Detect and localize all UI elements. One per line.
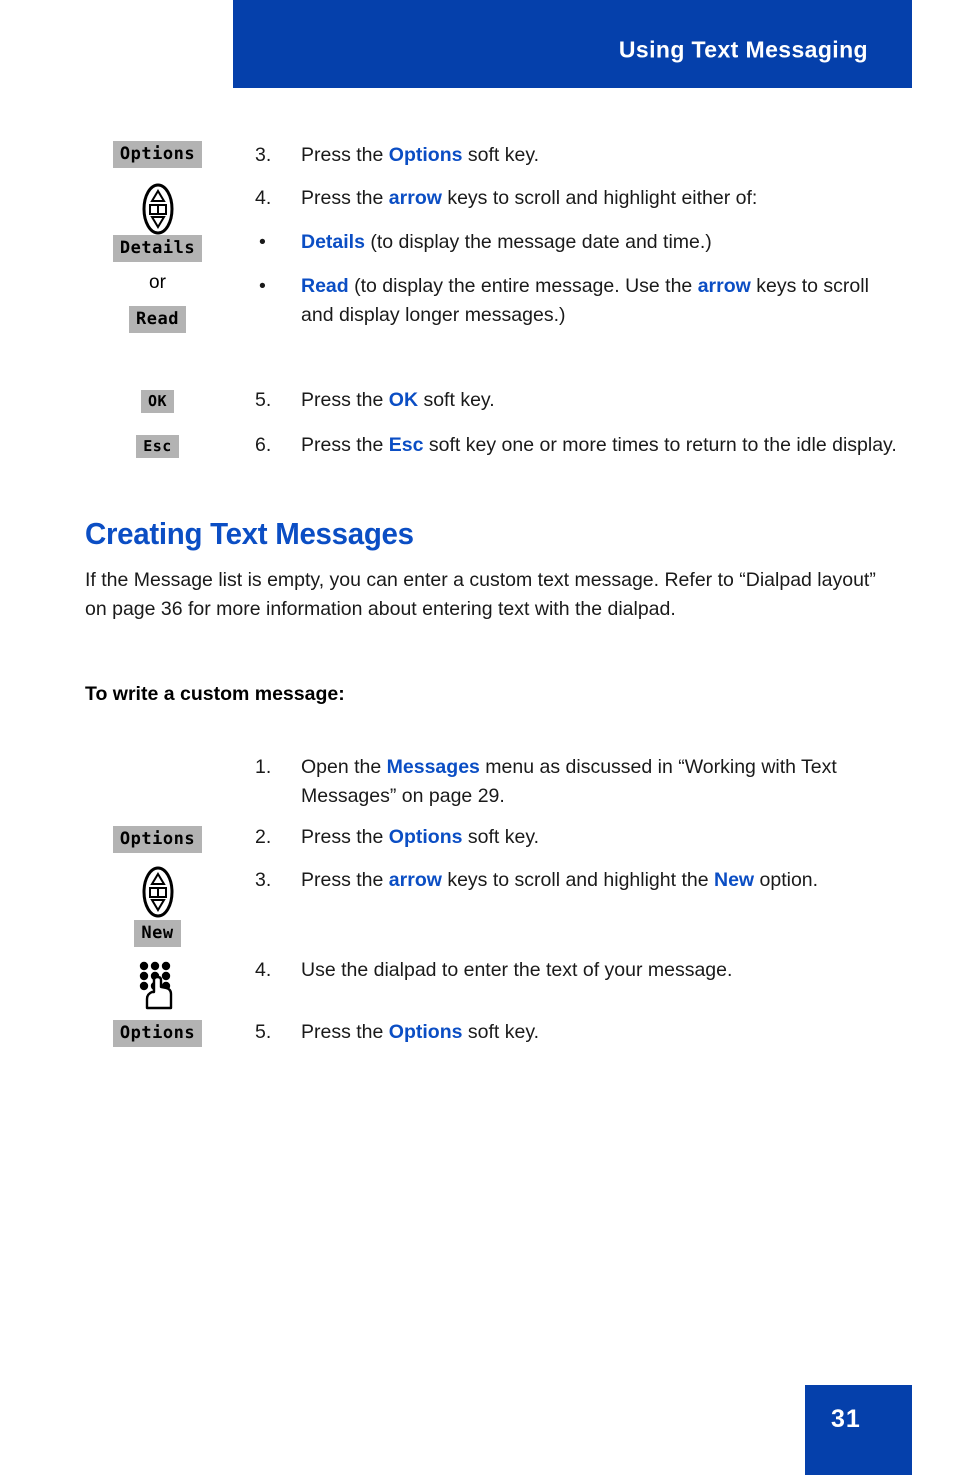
softkey-label: Details — [112, 235, 203, 262]
page-title: Creating Text Messages — [85, 516, 414, 551]
list-item: 3. Press the arrow keys to scroll and hi… — [255, 866, 900, 895]
arrow-keys-icon-glyph — [142, 183, 173, 235]
softkey-label: Options — [112, 1020, 203, 1047]
keyword: Options — [388, 1021, 463, 1043]
list-item: • Details (to display the message date a… — [255, 228, 900, 257]
or-label-text: or — [149, 272, 166, 293]
keyword: New — [713, 869, 755, 891]
list-item: 6. Press the Esc soft key one or more ti… — [255, 431, 900, 460]
keyword: Esc — [388, 434, 424, 456]
step-text: Open the Messages menu as discussed in “… — [301, 756, 837, 807]
document-page: Options Details or Read OK Esc 3. Press … — [0, 0, 954, 1475]
step-number: 6. — [255, 434, 272, 456]
keyword: OK — [388, 389, 419, 411]
list-item: 5. Press the Options soft key. — [255, 1018, 900, 1047]
list-item: 5. Press the OK soft key. — [255, 386, 900, 415]
softkey-label: OK — [140, 390, 175, 413]
arrow-keys-icon — [85, 183, 230, 235]
bullet-text: Read (to display the entire message. Use… — [301, 275, 869, 326]
softkey-ok-chip: OK — [85, 390, 230, 413]
step-text: Use the dialpad to enter the text of you… — [301, 959, 733, 981]
softkey-options-chip-3: Options — [85, 1020, 230, 1047]
keyword: Options — [388, 826, 463, 848]
step-number: 1. — [255, 756, 272, 778]
step-number: 4. — [255, 187, 272, 209]
keyword: Details — [301, 231, 365, 253]
step-number: 5. — [255, 389, 272, 411]
step-number: 5. — [255, 1021, 272, 1043]
step-text: Press the Esc soft key one or more times… — [301, 434, 897, 456]
page-number: 31 — [831, 1405, 861, 1433]
step-text: Press the OK soft key. — [301, 389, 495, 411]
bullet-marker: • — [259, 231, 266, 253]
list-item: 1. Open the Messages menu as discussed i… — [255, 753, 900, 811]
step-text: Press the arrow keys to scroll and highl… — [301, 869, 819, 891]
step-text: Press the Options soft key. — [301, 144, 540, 166]
list-item: 3. Press the Options soft key. — [255, 141, 900, 170]
arrow-keys-icon-glyph — [142, 866, 173, 918]
softkey-label: Read — [129, 306, 186, 333]
step-text: Press the Options soft key. — [301, 1021, 540, 1043]
softkey-esc-chip: Esc — [85, 435, 230, 458]
dialpad-hand-icon — [85, 958, 230, 1010]
list-item: 4. Use the dialpad to enter the text of … — [255, 956, 900, 985]
or-separator-label: or — [85, 270, 230, 296]
step-number: 3. — [255, 869, 272, 891]
arrow-keys-icon — [85, 866, 230, 918]
list-item: • Read (to display the entire message. U… — [255, 272, 900, 330]
keyword: arrow — [388, 869, 442, 891]
step-number: 2. — [255, 826, 272, 848]
keyword: Read — [301, 275, 349, 297]
list-item: 2. Press the Options soft key. — [255, 823, 900, 852]
softkey-label: Options — [112, 141, 203, 168]
step-text: Press the arrow keys to scroll and highl… — [301, 187, 758, 209]
keyword: arrow — [697, 275, 751, 297]
keyword: Options — [388, 144, 463, 166]
dialpad-hand-icon-glyph — [139, 961, 172, 1010]
softkey-label: New — [134, 920, 181, 947]
keyword: arrow — [388, 187, 442, 209]
softkey-label: Esc — [136, 435, 179, 458]
softkey-options-chip-2: Options — [85, 826, 230, 853]
step-number: 4. — [255, 959, 272, 981]
softkey-new-chip: New — [85, 920, 230, 947]
softkey-details-chip: Details — [85, 235, 230, 262]
step-number: 3. — [255, 144, 272, 166]
softkey-options-chip-1: Options — [85, 141, 230, 168]
softkey-read-chip: Read — [85, 306, 230, 333]
list-item: 4. Press the arrow keys to scroll and hi… — [255, 184, 900, 213]
bullet-text: Details (to display the message date and… — [301, 231, 712, 253]
bullet-marker: • — [259, 275, 266, 297]
intro-paragraph: If the Message list is empty, you can en… — [85, 569, 876, 620]
procedure-subheading: To write a custom message: — [85, 683, 345, 705]
step-text: Press the Options soft key. — [301, 826, 540, 848]
softkey-label: Options — [112, 826, 203, 853]
page-number-box: 31 — [805, 1385, 912, 1475]
keyword: Messages — [386, 756, 480, 778]
